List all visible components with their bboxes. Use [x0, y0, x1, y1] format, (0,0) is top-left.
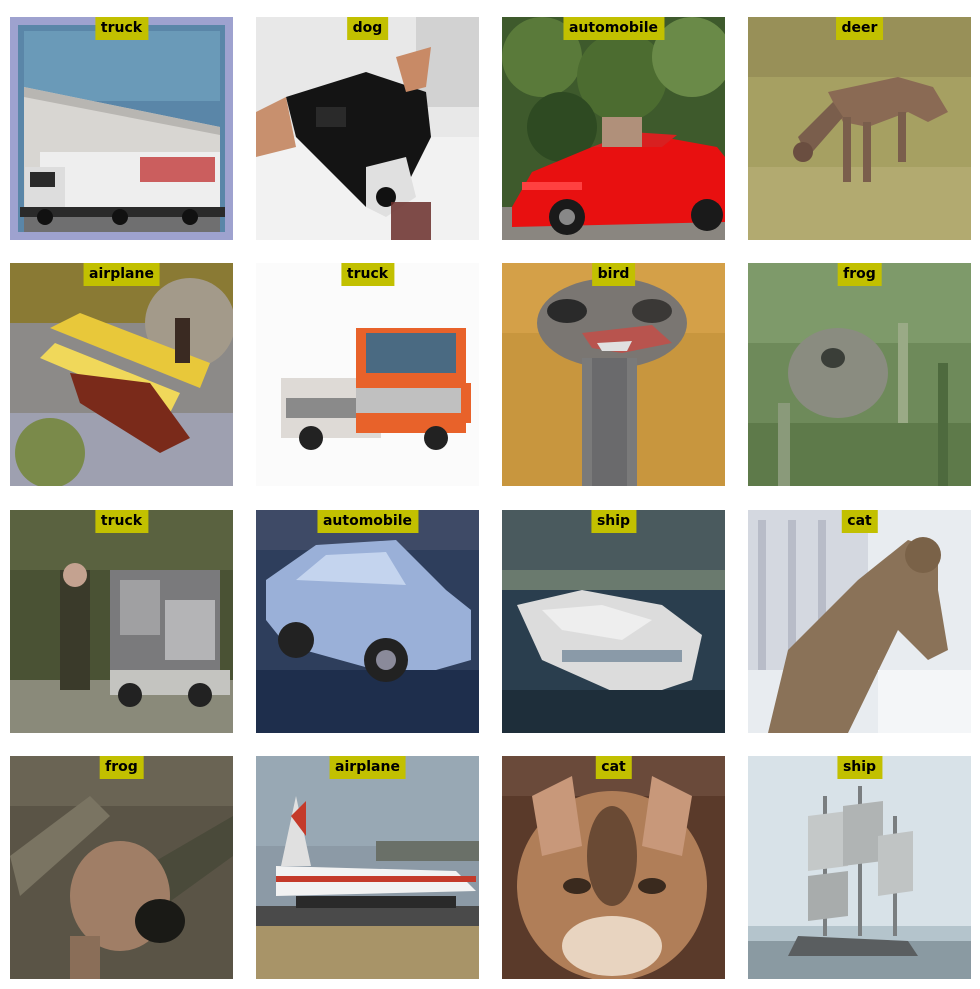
tile-label: truck [94, 510, 149, 533]
image-tile-ship-sailing: ship [748, 756, 971, 979]
image-tile-cat-snow: cat [748, 510, 971, 733]
tile-label: truck [340, 263, 395, 286]
tile-label: automobile [562, 17, 665, 40]
frog-grass-image [748, 263, 971, 486]
tile-label: truck [94, 17, 149, 40]
tile-label: cat [595, 756, 632, 779]
image-tile-ship-boat: ship [502, 510, 725, 733]
sailing-ship-image [748, 756, 971, 979]
blue-sedan-image [256, 510, 479, 733]
yellow-biplane-image [10, 263, 233, 486]
image-tile-bird-ostrich: bird [502, 263, 725, 486]
tile-label: airplane [83, 263, 160, 286]
red-convertible-image [502, 17, 725, 240]
cat-snow-image [748, 510, 971, 733]
jet-runway-image [256, 756, 479, 979]
white-boat-image [502, 510, 725, 733]
image-tile-cat-face: cat [502, 756, 725, 979]
tile-label: frog [99, 756, 144, 779]
tile-label: ship [590, 510, 637, 533]
tile-label: airplane [329, 756, 406, 779]
tile-label: frog [837, 263, 882, 286]
truck-warehouse-image [10, 17, 233, 240]
image-tile-truck-trees: truck [10, 510, 233, 733]
cat-face-image [502, 756, 725, 979]
tile-label: deer [835, 17, 884, 40]
image-tile-dog: dog [256, 17, 479, 240]
tile-label: dog [346, 17, 389, 40]
image-tile-airplane-jet: airplane [256, 756, 479, 979]
dog-image [256, 17, 479, 240]
tile-label: ship [836, 756, 883, 779]
tile-label: cat [841, 510, 878, 533]
frog-mud-image [10, 756, 233, 979]
orange-truck-image [256, 263, 479, 486]
image-tile-frog-grass: frog [748, 263, 971, 486]
truck-trees-image [10, 510, 233, 733]
ostrich-image [502, 263, 725, 486]
tile-label: bird [591, 263, 636, 286]
image-tile-automobile-red: automobile [502, 17, 725, 240]
tile-label: automobile [316, 510, 419, 533]
image-tile-automobile-blue: automobile [256, 510, 479, 733]
image-tile-truck-warehouse: truck [10, 17, 233, 240]
image-tile-frog-mud: frog [10, 756, 233, 979]
image-tile-airplane-biplane: airplane [10, 263, 233, 486]
image-tile-truck-orange: truck [256, 263, 479, 486]
image-tile-deer: deer [748, 17, 971, 240]
deer-image [748, 17, 971, 240]
